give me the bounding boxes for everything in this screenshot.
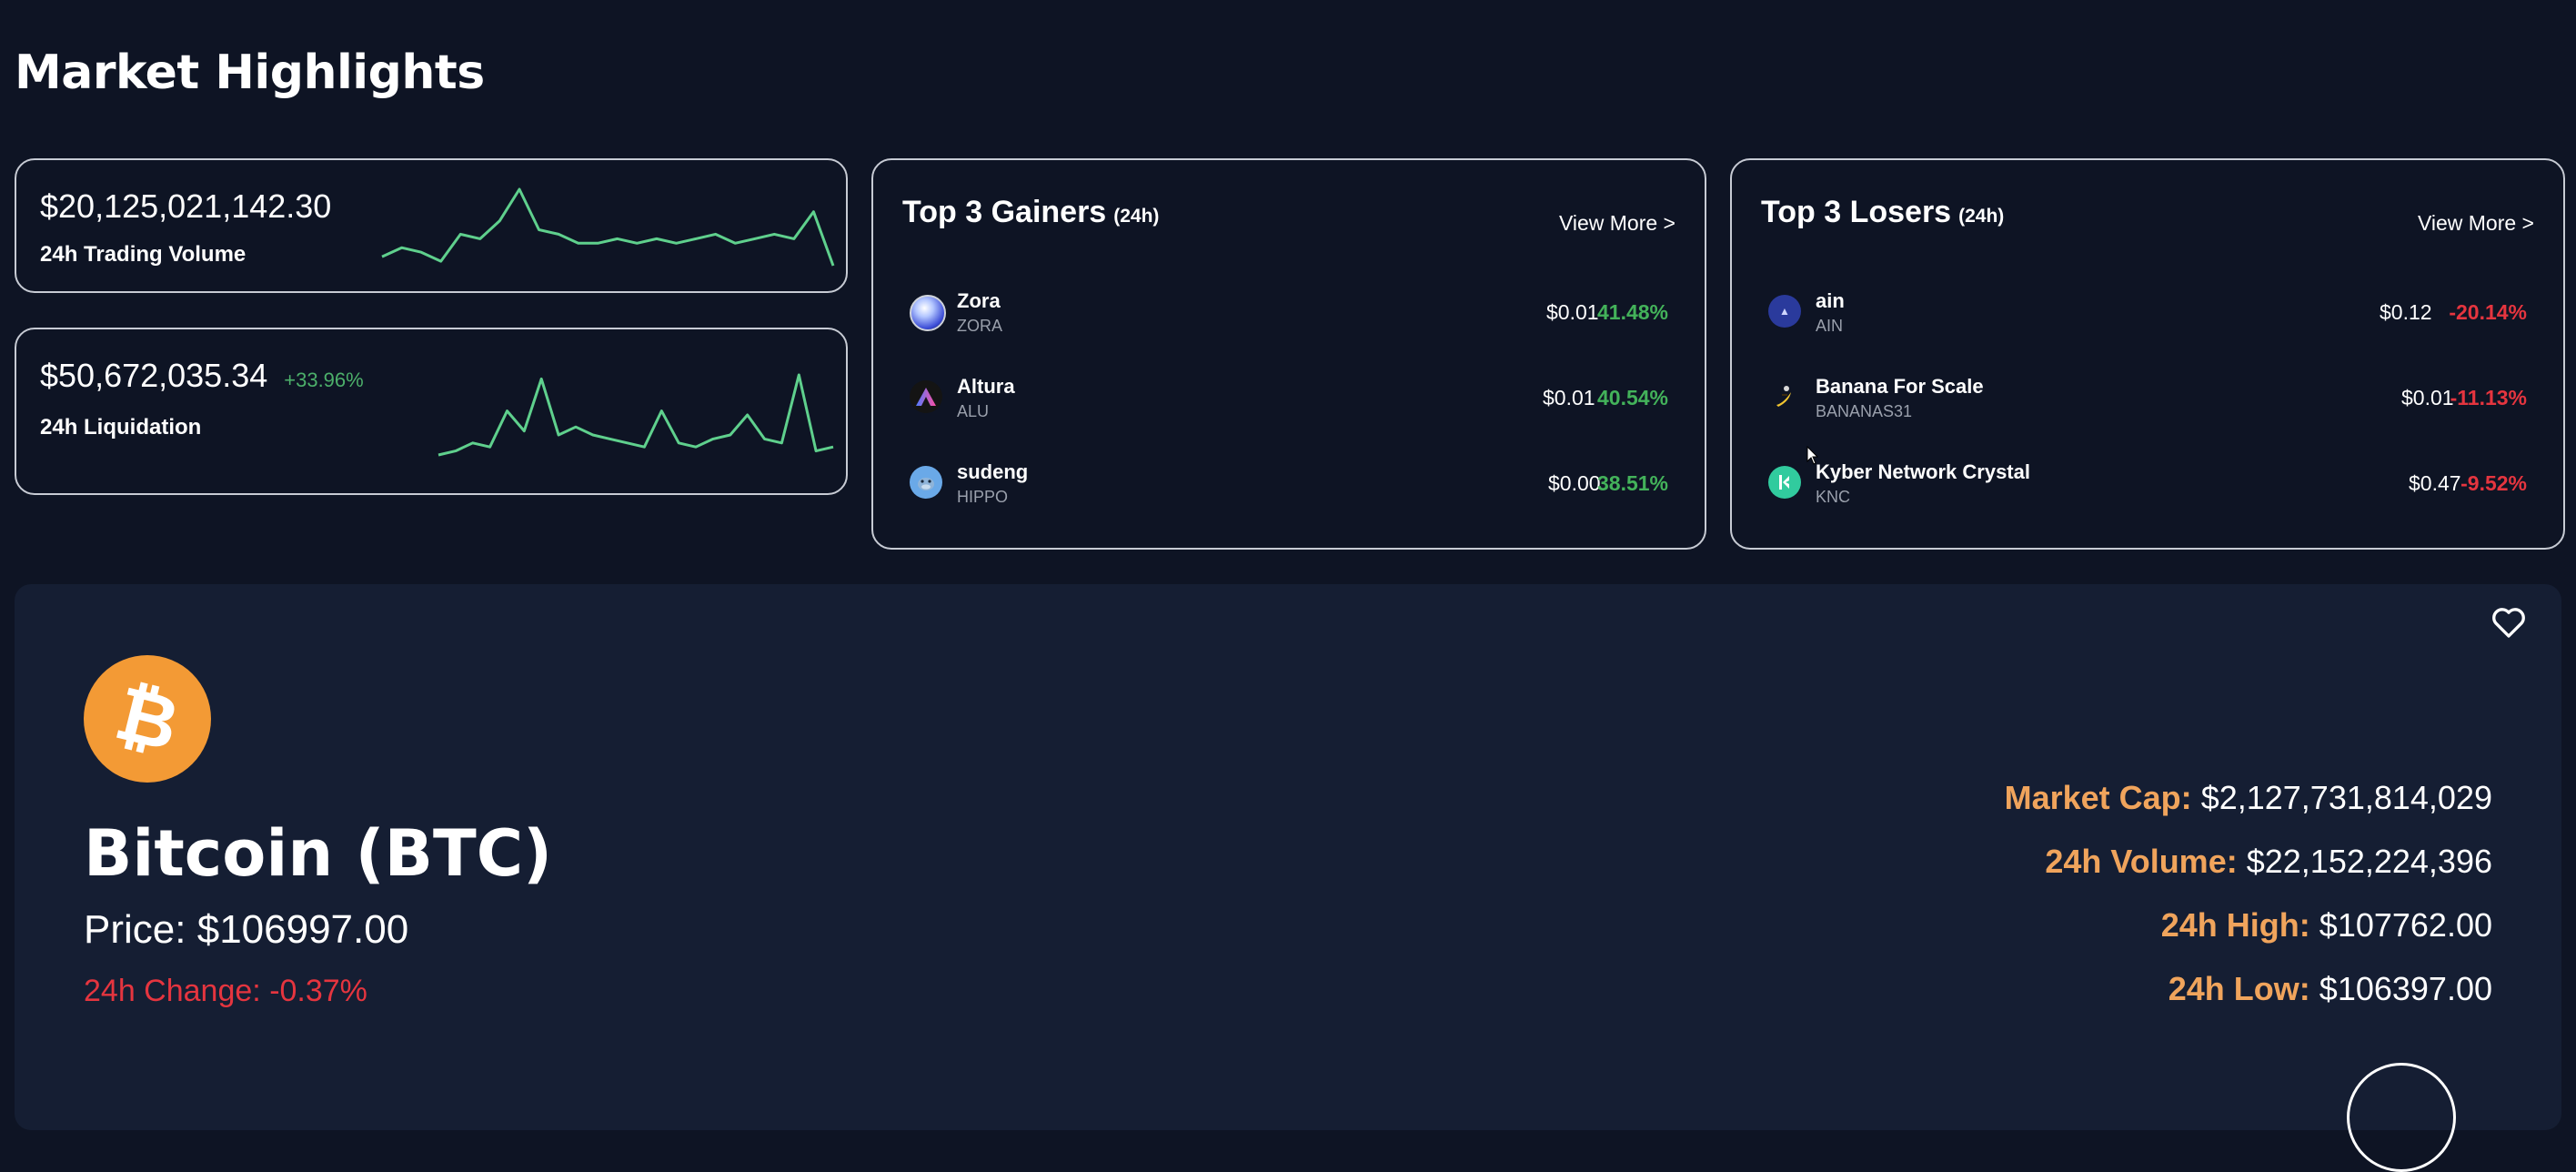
trading-volume-value: $20,125,021,142.30 [40,187,332,225]
page-title: Market Highlights [15,45,485,100]
coin-symbol: ALU [957,402,990,420]
coin-symbol: AIN [1816,317,1844,335]
coin-name-heading: Bitcoin (BTC) [84,816,553,891]
gainer-row[interactable]: sudeng HIPPO $0.00 38.51% [910,459,1668,513]
metric-label: Market Cap: [2004,779,2192,816]
mouse-cursor-icon [1806,446,1819,465]
coin-name: sudeng [957,460,1029,483]
price-value: $106997.00 [196,907,409,952]
liquidation-change: +33.96% [284,369,364,391]
gainers-period: (24h) [1113,206,1160,227]
metric-value: $106397.00 [2319,970,2492,1007]
market-cap-metric: Market Cap: $2,127,731,814,029 [2005,766,2492,830]
coin-name: ain [1816,289,1845,312]
metric-value: $2,127,731,814,029 [2200,779,2492,816]
coin-price: $0.47 [2409,471,2461,495]
change-label: 24h Change: [84,974,261,1008]
zora-icon [910,295,946,331]
trading-volume-label: 24h Trading Volume [40,242,247,267]
bitcoin-logo-icon: ₿ [84,655,211,783]
sparkline-path [438,373,834,457]
banana-icon [1768,380,1801,413]
coin-name: Banana For Scale [1816,375,1984,398]
trading-volume-sparkline [381,187,835,267]
coin-price: $0.00 [1548,471,1601,495]
coin-change-line: 24h Change: -0.37% [84,974,367,1009]
trading-volume-card: $20,125,021,142.30 24h Trading Volume [15,158,848,293]
volume-metric: 24h Volume: $22,152,224,396 [2005,830,2492,894]
loser-row[interactable]: Kyber Network Crystal KNC $0.47 -9.52% [1768,459,2527,513]
coin-change: 41.48% [1596,300,1668,324]
loser-row[interactable]: Banana For Scale BANANAS31 $0.01 -11.13% [1768,373,2527,428]
coin-price: $0.01 [2401,386,2454,409]
coin-price: $0.01 [1543,386,1595,409]
metric-label: 24h High: [2160,906,2310,944]
kyber-icon [1768,466,1801,499]
metric-label: 24h Volume: [2045,843,2238,880]
liquidation-value-row: $50,672,035.34 +33.96% [40,357,364,395]
ain-icon: ▲ [1768,295,1801,328]
coin-symbol: KNC [1816,488,1851,506]
coin-change: 38.51% [1596,471,1668,495]
coin-price-line: Price: $106997.00 [84,907,408,953]
coin-symbol: BANANAS31 [1816,402,1913,420]
coin-price: $0.12 [2380,300,2432,324]
low-metric: 24h Low: $106397.00 [2005,957,2492,1021]
coin-name: Zora [957,289,1001,312]
coin-symbol: ZORA [957,317,1003,335]
liquidation-value: $50,672,035.34 [40,357,268,394]
loser-row[interactable]: ▲ ain AIN $0.12 -20.14% [1768,288,2527,342]
top-gainers-card: Top 3 Gainers (24h) View More > Zora ZORA… [871,158,1706,550]
metric-value: $107762.00 [2319,906,2492,944]
partial-avatar-circle [2347,1063,2456,1172]
coin-name: Altura [957,375,1015,398]
coin-symbol: HIPPO [957,488,1009,506]
favorite-heart-icon[interactable] [2490,604,2527,641]
coin-price: $0.01 [1546,300,1599,324]
metric-label: 24h Low: [2168,970,2310,1007]
coin-change: 40.54% [1596,386,1668,409]
liquidation-sparkline [438,373,834,457]
gainer-row[interactable]: Zora ZORA $0.01 41.48% [910,288,1668,342]
change-value: -0.37% [269,974,367,1008]
coin-detail-panel: ₿ Bitcoin (BTC) Price: $106997.00 24h Ch… [15,584,2561,1130]
gainers-title: Top 3 Gainers (24h) [902,195,1160,229]
coin-change: -9.52% [2460,471,2527,495]
coin-name: Kyber Network Crystal [1816,460,2030,483]
metric-value: $22,152,224,396 [2246,843,2492,880]
sparkline-path [381,187,835,267]
losers-view-more-link[interactable]: View More > [2418,211,2534,236]
gainers-view-more-link[interactable]: View More > [1559,211,1675,236]
liquidation-label: 24h Liquidation [40,415,202,440]
losers-period: (24h) [1958,206,2005,227]
high-metric: 24h High: $107762.00 [2005,894,2492,957]
coin-change: -11.13% [2450,386,2527,409]
coin-change: -20.14% [2449,300,2527,324]
liquidation-card: $50,672,035.34 +33.96% 24h Liquidation [15,328,848,495]
gainer-row[interactable]: Altura ALU $0.01 40.54% [910,373,1668,428]
top-losers-card: Top 3 Losers (24h) View More > ▲ ain AIN … [1730,158,2565,550]
coin-metrics: Market Cap: $2,127,731,814,029 24h Volum… [2005,766,2492,1021]
losers-title: Top 3 Losers (24h) [1761,195,2005,229]
price-label: Price: [84,907,186,952]
hippo-icon [910,466,942,499]
altura-icon [910,380,942,413]
